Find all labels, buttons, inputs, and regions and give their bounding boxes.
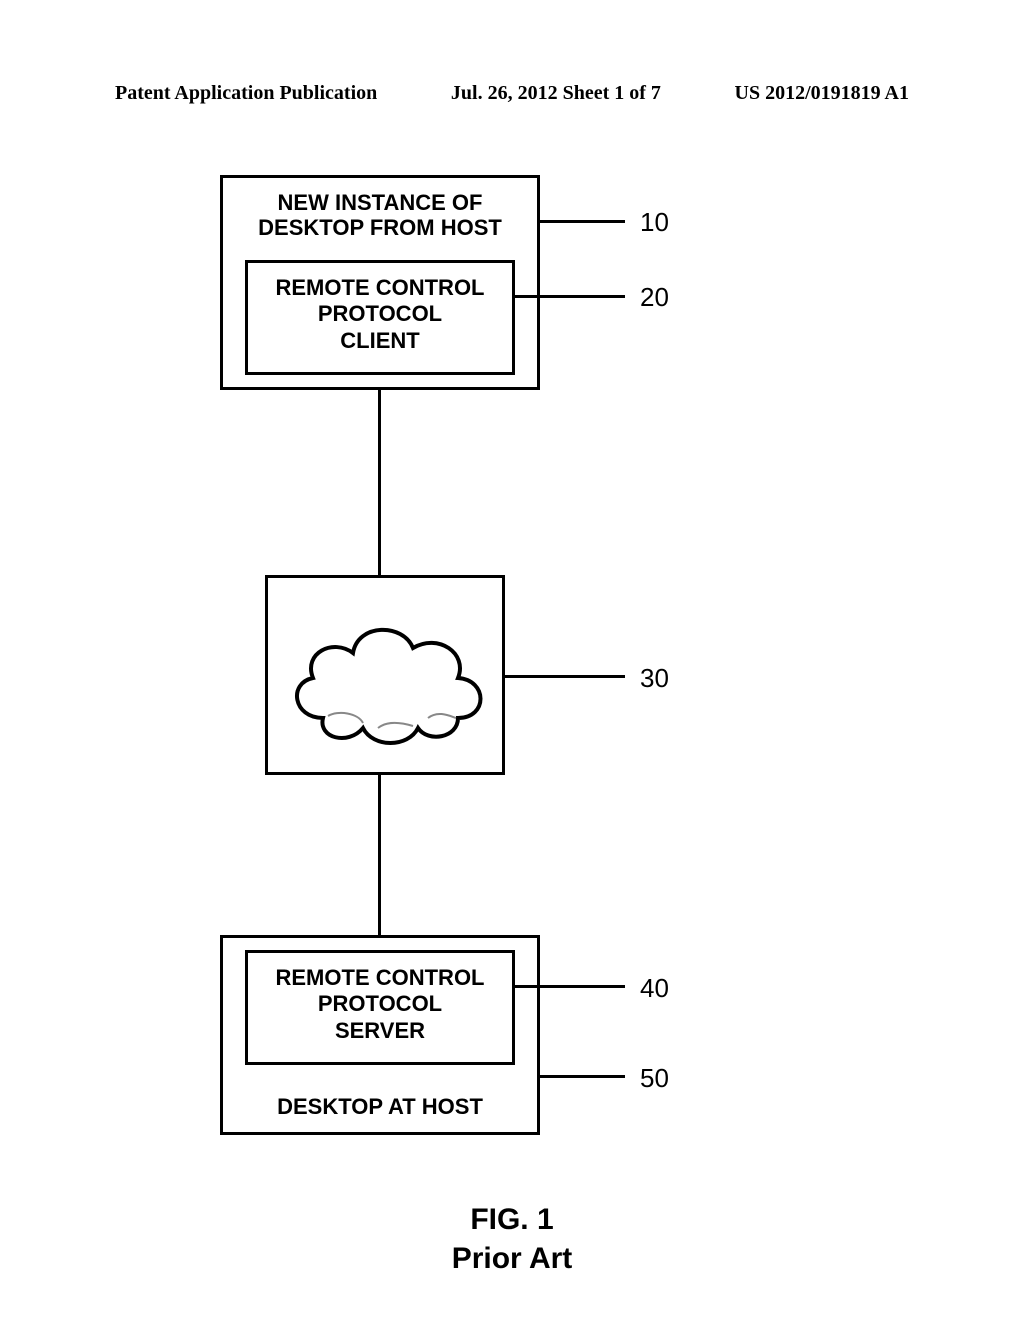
ref-30: 30 [640,663,669,694]
server-line1: REMOTE CONTROL [276,965,485,990]
figure-number: FIG. 1 [470,1203,553,1236]
figure-subtitle: Prior Art [452,1242,573,1275]
ref-20: 20 [640,282,669,313]
client-line2: PROTOCOL [318,301,442,326]
block-remote-control-client: REMOTE CONTROL PROTOCOL CLIENT [245,260,515,375]
leader-line-10 [540,220,625,223]
header-right: US 2012/0191819 A1 [735,82,909,105]
connector-client-to-cloud [378,390,381,575]
ref-10: 10 [640,207,669,238]
block-desktop-at-host-title: DESKTOP AT HOST [223,1094,537,1120]
block-remote-control-server: REMOTE CONTROL PROTOCOL SERVER [245,950,515,1065]
host-top-line2: DESKTOP FROM HOST [258,215,502,240]
block-remote-control-server-title: REMOTE CONTROL PROTOCOL SERVER [248,965,512,1044]
figure-diagram: NEW INSTANCE OF DESKTOP FROM HOST REMOTE… [0,165,1024,1165]
server-line2: PROTOCOL [318,991,442,1016]
leader-line-50 [540,1075,625,1078]
figure-caption: FIG. 1 Prior Art [0,1200,1024,1278]
leader-line-40 [515,985,625,988]
client-line1: REMOTE CONTROL [276,275,485,300]
page-header: Patent Application Publication Jul. 26, … [115,82,909,105]
ref-50: 50 [640,1063,669,1094]
server-line3: SERVER [335,1018,425,1043]
host-top-line1: NEW INSTANCE OF [278,190,483,215]
header-left: Patent Application Publication [115,82,377,105]
block-remote-control-client-title: REMOTE CONTROL PROTOCOL CLIENT [248,275,512,354]
ref-40: 40 [640,973,669,1004]
leader-line-20 [515,295,625,298]
leader-line-30 [505,675,625,678]
block-new-instance-host-title: NEW INSTANCE OF DESKTOP FROM HOST [223,190,537,241]
block-network-cloud [265,575,505,775]
client-line3: CLIENT [340,328,419,353]
connector-cloud-to-server [378,775,381,935]
header-center: Jul. 26, 2012 Sheet 1 of 7 [451,82,661,105]
cloud-icon [278,598,498,758]
